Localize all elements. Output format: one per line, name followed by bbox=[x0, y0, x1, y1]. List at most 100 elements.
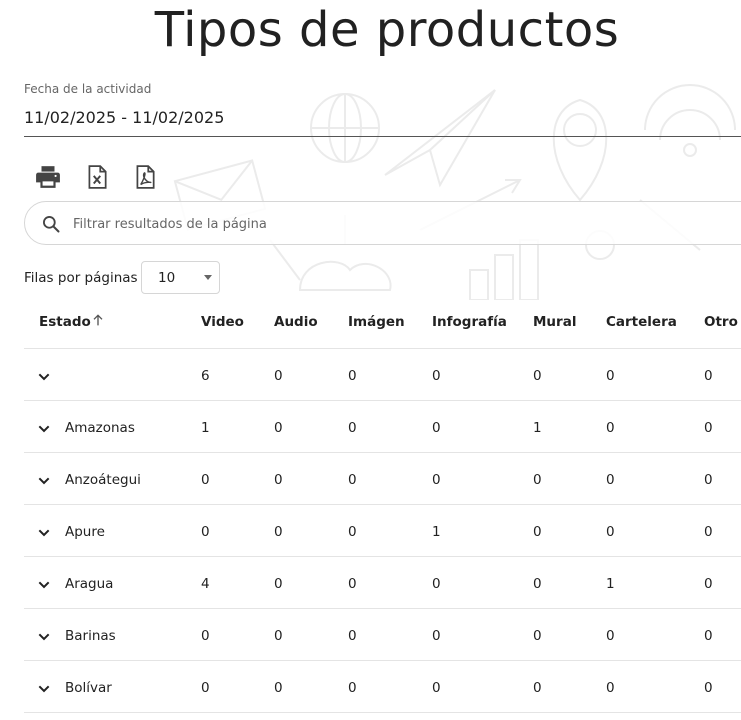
table-cell: 0 bbox=[533, 576, 542, 592]
table-cell: 0 bbox=[704, 472, 713, 488]
chevron-down-icon[interactable] bbox=[36, 369, 52, 385]
state-name: Amazonas bbox=[65, 420, 135, 436]
state-cell: Bolívar bbox=[24, 661, 184, 713]
table-cell: 0 bbox=[704, 680, 713, 696]
table-cell: 0 bbox=[432, 680, 441, 696]
rows-per-page-select[interactable]: 10 bbox=[141, 261, 220, 294]
arrow-up-icon[interactable] bbox=[90, 312, 106, 328]
column-header-estado[interactable]: Estado bbox=[39, 314, 91, 330]
table-cell: 0 bbox=[274, 368, 283, 384]
table-cell: 0 bbox=[533, 524, 542, 540]
table-cell: 0 bbox=[533, 368, 542, 384]
pdf-icon[interactable] bbox=[132, 164, 158, 190]
table-cell: 0 bbox=[348, 420, 357, 436]
chevron-down-icon[interactable] bbox=[36, 629, 52, 645]
table-cell: 0 bbox=[348, 628, 357, 644]
table-cell: 0 bbox=[704, 576, 713, 592]
table-cell: 0 bbox=[274, 524, 283, 540]
table-cell: 0 bbox=[606, 524, 615, 540]
state-name: Anzoátegui bbox=[65, 472, 141, 488]
state-cell: Apure bbox=[24, 505, 184, 557]
table-row: Amazonas 1 0 0 0 1 0 0 bbox=[24, 401, 741, 453]
table-cell: 1 bbox=[606, 576, 615, 592]
state-name: Apure bbox=[65, 524, 105, 540]
table-cell: 6 bbox=[201, 368, 210, 384]
column-header-cartelera[interactable]: Cartelera bbox=[606, 314, 677, 330]
table-cell: 0 bbox=[704, 524, 713, 540]
table-cell: 0 bbox=[201, 472, 210, 488]
table-cell: 4 bbox=[201, 576, 210, 592]
table-cell: 0 bbox=[201, 628, 210, 644]
column-header-mural[interactable]: Mural bbox=[533, 314, 576, 330]
table-cell: 0 bbox=[201, 680, 210, 696]
table-cell: 1 bbox=[432, 524, 441, 540]
table-cell: 0 bbox=[348, 368, 357, 384]
rows-per-page-value: 10 bbox=[158, 270, 176, 286]
table-cell: 0 bbox=[432, 420, 441, 436]
table-cell: 0 bbox=[606, 472, 615, 488]
date-range-label: Fecha de la actividad bbox=[24, 82, 152, 96]
table-cell: 0 bbox=[274, 680, 283, 696]
table-cell: 0 bbox=[432, 628, 441, 644]
chevron-down-icon[interactable] bbox=[36, 577, 52, 593]
state-cell bbox=[24, 349, 184, 401]
print-icon[interactable] bbox=[35, 164, 61, 190]
table-row: Bolívar 0 0 0 0 0 0 0 bbox=[24, 661, 741, 713]
table-header: Estado Video Audio Imágen Infografía Mur… bbox=[24, 297, 741, 349]
state-cell: Barinas bbox=[24, 609, 184, 661]
state-name: Barinas bbox=[65, 628, 116, 644]
date-range-field[interactable]: Fecha de la actividad 11/02/2025 - 11/02… bbox=[24, 82, 741, 137]
table-cell: 0 bbox=[606, 680, 615, 696]
table-cell: 0 bbox=[432, 368, 441, 384]
table-row: Anzoátegui 0 0 0 0 0 0 0 bbox=[24, 453, 741, 505]
table-cell: 1 bbox=[533, 420, 542, 436]
state-cell: Anzoátegui bbox=[24, 453, 184, 505]
chevron-down-icon[interactable] bbox=[36, 421, 52, 437]
table-cell: 0 bbox=[348, 576, 357, 592]
date-range-value[interactable]: 11/02/2025 - 11/02/2025 bbox=[24, 108, 224, 127]
column-header-video[interactable]: Video bbox=[201, 314, 244, 330]
table-cell: 0 bbox=[606, 368, 615, 384]
table-cell: 0 bbox=[348, 680, 357, 696]
table-cell: 0 bbox=[348, 524, 357, 540]
state-name: Aragua bbox=[65, 576, 114, 592]
chevron-down-icon[interactable] bbox=[36, 681, 52, 697]
table-cell: 0 bbox=[704, 628, 713, 644]
search-input[interactable] bbox=[73, 212, 673, 236]
table-row: Apure 0 0 0 1 0 0 0 bbox=[24, 505, 741, 557]
table-cell: 0 bbox=[704, 420, 713, 436]
chevron-down-icon[interactable] bbox=[36, 473, 52, 489]
table-cell: 0 bbox=[201, 524, 210, 540]
table-cell: 0 bbox=[432, 472, 441, 488]
page-title: Tipos de productos bbox=[154, 2, 620, 58]
table-cell: 0 bbox=[274, 420, 283, 436]
table-cell: 0 bbox=[533, 628, 542, 644]
chevron-down-icon[interactable] bbox=[36, 525, 52, 541]
table-row: Barinas 0 0 0 0 0 0 0 bbox=[24, 609, 741, 661]
results-table: Estado Video Audio Imágen Infografía Mur… bbox=[24, 297, 741, 713]
table-cell: 0 bbox=[606, 420, 615, 436]
table-cell: 0 bbox=[704, 368, 713, 384]
table-cell: 0 bbox=[274, 472, 283, 488]
column-header-otro[interactable]: Otro bbox=[704, 314, 738, 330]
state-name: Bolívar bbox=[65, 680, 112, 696]
state-cell: Amazonas bbox=[24, 401, 184, 453]
search-icon bbox=[43, 216, 60, 233]
table-cell: 0 bbox=[274, 576, 283, 592]
table-row: Aragua 4 0 0 0 0 1 0 bbox=[24, 557, 741, 609]
column-header-imagen[interactable]: Imágen bbox=[348, 314, 405, 330]
table-cell: 0 bbox=[606, 628, 615, 644]
search-box[interactable] bbox=[24, 201, 741, 245]
table-cell: 0 bbox=[348, 472, 357, 488]
table-body: 6 0 0 0 0 0 0 Amazonas 1 0 0 0 1 0 0 Anzoátegui 0 0 0 0 0 0 0 A… bbox=[24, 349, 741, 713]
column-header-audio[interactable]: Audio bbox=[274, 314, 318, 330]
rows-per-page-label: Filas por páginas bbox=[24, 270, 138, 286]
table-row: 6 0 0 0 0 0 0 bbox=[24, 349, 741, 401]
table-cell: 1 bbox=[201, 420, 210, 436]
table-cell: 0 bbox=[533, 680, 542, 696]
caret-down-icon bbox=[204, 275, 212, 280]
excel-icon[interactable] bbox=[84, 164, 110, 190]
table-cell: 0 bbox=[533, 472, 542, 488]
table-cell: 0 bbox=[432, 576, 441, 592]
column-header-infografia[interactable]: Infografía bbox=[432, 314, 507, 330]
